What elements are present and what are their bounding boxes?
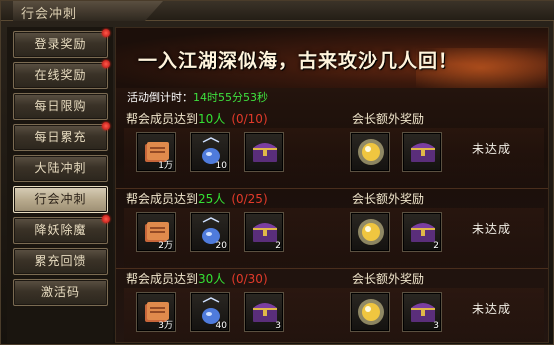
- tier-title: 帮会成员达到25人 (0/25): [126, 190, 268, 207]
- tier-target: 10: [198, 112, 214, 126]
- activity-window: 行会冲刺 登录奖励 在线奖励 每日限购 每日累充 大陆冲刺 行会冲刺 降妖除魔 …: [0, 0, 554, 345]
- sidebar-item-label: 降妖除魔: [34, 223, 87, 237]
- tier-background: [124, 208, 544, 266]
- countdown-label: 活动倒计时：: [127, 91, 193, 104]
- reward-slot[interactable]: 2万: [136, 212, 176, 252]
- extra-reward-slot[interactable]: [350, 132, 390, 172]
- tier-progress: (0/25): [231, 192, 268, 206]
- extra-reward-title: 会长额外奖励: [352, 272, 425, 286]
- tier-prefix: 帮会成员达到: [126, 272, 199, 286]
- reward-slot[interactable]: [244, 132, 284, 172]
- item-count: 3万: [158, 321, 173, 331]
- item-count: 3: [275, 321, 281, 331]
- reward-slot[interactable]: 3万: [136, 292, 176, 332]
- extra-reward-slot[interactable]: 2: [402, 212, 442, 252]
- gold-orb-icon: [358, 139, 384, 165]
- tier-unit: 人: [213, 192, 226, 206]
- tier-title: 帮会成员达到30人 (0/30): [126, 270, 268, 287]
- extra-reward-slot[interactable]: [350, 292, 390, 332]
- item-count: 2: [275, 241, 281, 251]
- sidebar-item-recharge-feedback[interactable]: 累充回馈: [13, 248, 108, 275]
- tier-prefix: 帮会成员达到: [126, 112, 199, 126]
- reward-slot[interactable]: 40: [190, 292, 230, 332]
- tier-unit: 人: [213, 112, 226, 126]
- reward-tier: 帮会成员达到25人 (0/25) 会长额外奖励 2万 20 2 2 未达成: [124, 190, 544, 266]
- tier-progress: (0/10): [231, 112, 268, 126]
- sidebar-item-guild-sprint[interactable]: 行会冲刺: [13, 186, 108, 213]
- sidebar-item-continent-sprint[interactable]: 大陆冲刺: [13, 155, 108, 182]
- tier-title: 帮会成员达到10人 (0/10): [126, 110, 268, 127]
- sidebar-item-label: 登录奖励: [34, 37, 87, 51]
- main-panel: 一入江湖深似海，古来攻沙几人回！ 活动倒计时：14时55分53秒 帮会成员达到1…: [115, 27, 549, 343]
- item-count: 40: [215, 321, 227, 331]
- sidebar-item-label: 激活码: [40, 285, 80, 299]
- item-count: 2: [433, 241, 439, 251]
- item-count: 2万: [158, 241, 173, 251]
- tier-background: [124, 128, 544, 186]
- sidebar-item-demon-slaying[interactable]: 降妖除魔: [13, 215, 110, 244]
- sidebar-item-login-reward[interactable]: 登录奖励: [13, 29, 110, 58]
- window-title: 行会冲刺: [21, 7, 78, 22]
- tier-prefix: 帮会成员达到: [126, 192, 199, 206]
- notification-dot-icon: [102, 60, 110, 68]
- sidebar: 登录奖励 在线奖励 每日限购 每日累充 大陆冲刺 行会冲刺 降妖除魔 累充回馈 …: [7, 27, 113, 343]
- tier-target: 30: [198, 272, 214, 286]
- item-count: 3: [433, 321, 439, 331]
- tier-status: 未达成: [472, 142, 512, 156]
- sidebar-item-label: 每日限购: [34, 99, 87, 113]
- gold-orb-icon: [358, 299, 384, 325]
- sidebar-item-label: 行会冲刺: [34, 192, 87, 206]
- sidebar-item-label: 每日累充: [34, 130, 87, 144]
- sidebar-item-daily-recharge[interactable]: 每日累充: [13, 122, 110, 151]
- item-count: 1万: [158, 161, 173, 171]
- reward-slot[interactable]: 3: [244, 292, 284, 332]
- notification-dot-icon: [102, 29, 110, 37]
- extra-reward-title: 会长额外奖励: [352, 112, 425, 126]
- sidebar-item-daily-limited[interactable]: 每日限购: [13, 93, 108, 120]
- extra-reward-slot[interactable]: [402, 132, 442, 172]
- tier-divider: [116, 268, 548, 269]
- countdown: 活动倒计时：14时55分53秒: [127, 89, 268, 105]
- banner-slogan: 一入江湖深似海，古来攻沙几人回！: [138, 50, 459, 72]
- reward-tier: 帮会成员达到10人 (0/10) 会长额外奖励 1万 10 未达成: [124, 110, 544, 186]
- tier-target: 25: [198, 192, 214, 206]
- item-count: 20: [215, 241, 227, 251]
- banner: 一入江湖深似海，古来攻沙几人回！: [116, 28, 548, 88]
- reward-slot[interactable]: 20: [190, 212, 230, 252]
- tier-progress: (0/30): [231, 272, 268, 286]
- notification-dot-icon: [102, 122, 110, 130]
- treasure-chest-icon: [411, 143, 435, 162]
- tier-divider: [116, 188, 548, 189]
- tier-unit: 人: [213, 272, 226, 286]
- extra-reward-slot[interactable]: [350, 212, 390, 252]
- gold-orb-icon: [358, 219, 384, 245]
- sidebar-item-activation-code[interactable]: 激活码: [13, 279, 108, 306]
- extra-reward-slot[interactable]: 3: [402, 292, 442, 332]
- item-count: 10: [215, 161, 227, 171]
- treasure-chest-icon: [253, 143, 277, 162]
- tier-status: 未达成: [472, 222, 512, 236]
- sidebar-item-label: 在线奖励: [34, 68, 87, 82]
- reward-tier: 帮会成员达到30人 (0/30) 会长额外奖励 3万 40 3 3 未达成: [124, 270, 544, 342]
- extra-reward-title: 会长额外奖励: [352, 192, 425, 206]
- sidebar-item-online-reward[interactable]: 在线奖励: [13, 60, 110, 89]
- title-bar: 行会冲刺: [1, 1, 554, 22]
- sidebar-item-label: 累充回馈: [34, 254, 87, 268]
- tier-status: 未达成: [472, 302, 512, 316]
- countdown-time: 14时55分53秒: [193, 91, 268, 104]
- reward-slot[interactable]: 1万: [136, 132, 176, 172]
- reward-slot[interactable]: 2: [244, 212, 284, 252]
- reward-slot[interactable]: 10: [190, 132, 230, 172]
- sidebar-item-label: 大陆冲刺: [34, 161, 87, 175]
- notification-dot-icon: [102, 215, 110, 223]
